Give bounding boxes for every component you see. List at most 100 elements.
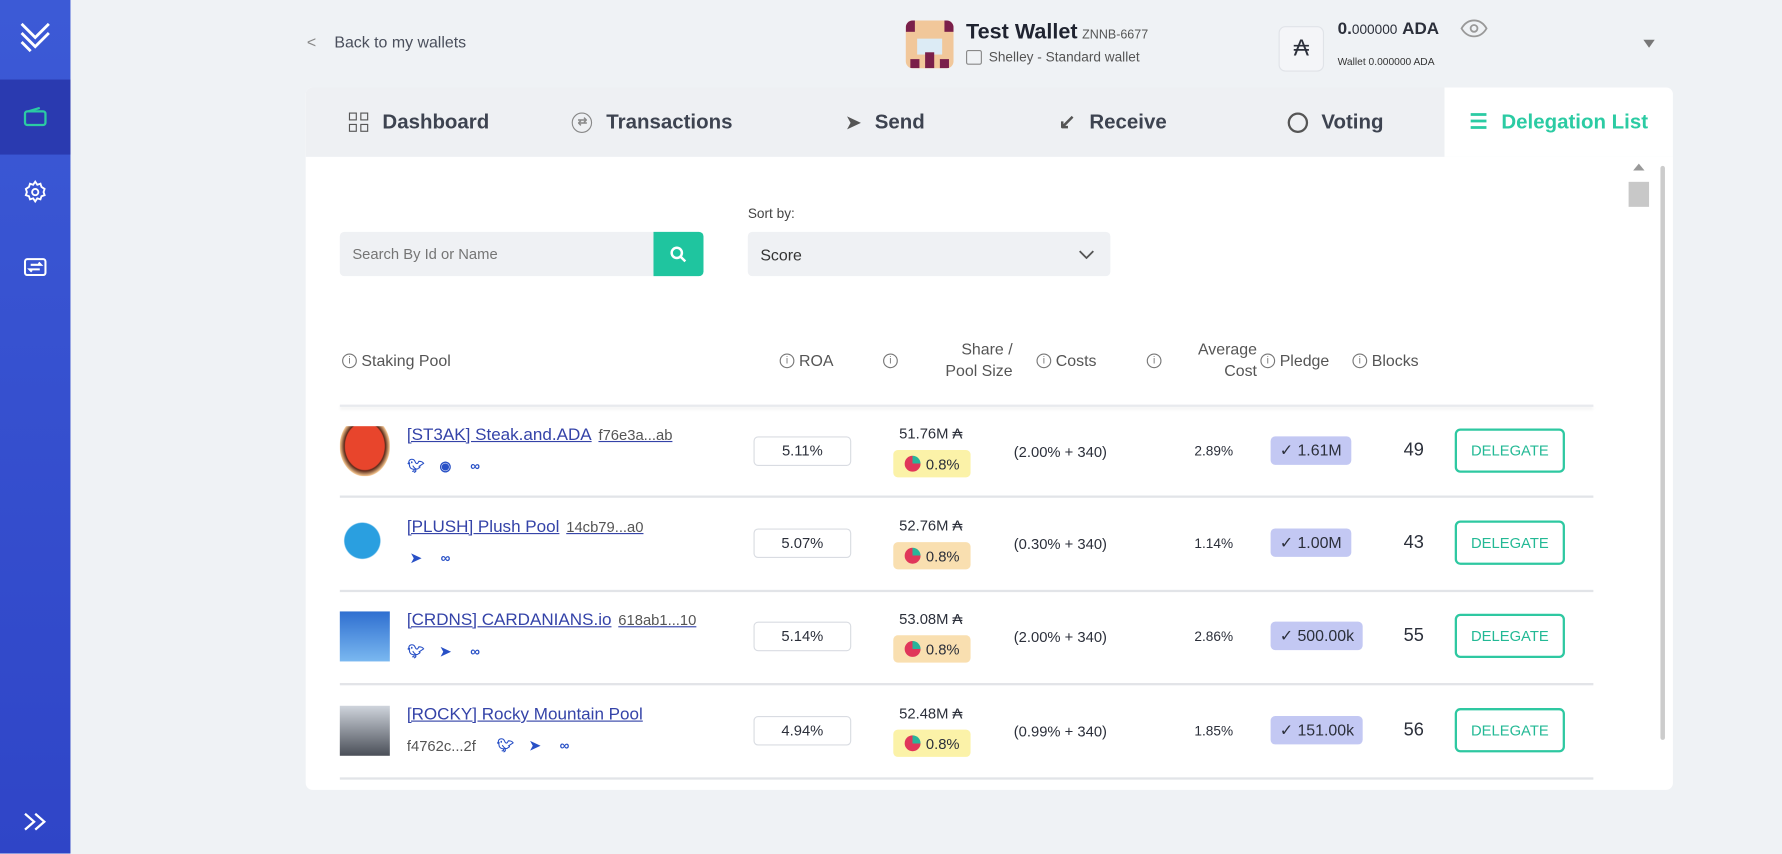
tab-send[interactable]: ➤ Send — [772, 88, 999, 157]
blocks-value: 55 — [1403, 626, 1424, 646]
info-icon: i — [1146, 352, 1162, 368]
delegate-button[interactable]: DELEGATE — [1454, 428, 1565, 473]
pledge-badge: ✓ 1.00M — [1270, 528, 1351, 557]
delegate-button[interactable]: DELEGATE — [1454, 613, 1565, 659]
pool-id: f4762c...2f — [406, 737, 476, 755]
balance: 0.000000 ADA — [1337, 19, 1440, 39]
wallet-name: Test Wallet ZNNB-6677 — [966, 20, 1149, 45]
costs-value: (0.30% + 340) — [1013, 535, 1107, 553]
receive-icon: ↙ — [1058, 110, 1076, 133]
share-badge: 0.8% — [893, 635, 971, 663]
twitter-icon[interactable]: 🐦︎ — [407, 642, 425, 660]
pool-name-link[interactable]: [CRDNS] CARDANIANS.io 618ab1...10 — [407, 610, 696, 629]
pool-size: 53.08M ₳ — [899, 610, 963, 628]
search-button[interactable] — [653, 231, 704, 277]
pool-logo — [339, 518, 390, 569]
wallet-dropdown-icon[interactable] — [1643, 39, 1655, 48]
list-icon: ☰ — [1469, 110, 1488, 133]
app-logo-icon[interactable] — [0, 0, 70, 75]
github-icon[interactable]: ◉ — [436, 457, 454, 475]
wallet-id: ZNNB-6677 — [1082, 28, 1149, 43]
toggle-visibility-eye-icon[interactable] — [1460, 18, 1488, 44]
pool-logo — [339, 426, 390, 477]
average-cost-value: 2.89% — [1194, 443, 1234, 460]
delegate-button[interactable]: DELEGATE — [1454, 520, 1565, 565]
tab-delegation-list[interactable]: ☰ Delegation List — [1444, 87, 1673, 157]
ada-icon: ₳ — [1278, 26, 1325, 72]
info-icon: i — [342, 353, 357, 369]
pool-size: 52.76M ₳ — [899, 517, 963, 535]
info-icon: i — [883, 352, 898, 368]
table-row: [PLUSH] Plush Pool 14cb79...a0 ➤ ∞ 5.07% 5… — [339, 498, 1594, 593]
pledge-badge: ✓ 1.61M — [1270, 436, 1351, 465]
expand-sidebar-icon[interactable] — [0, 793, 70, 850]
table-row: [CRDNS] CARDANIANS.io 618ab1...10 🐦︎ ➤ ∞ 5.… — [339, 591, 1594, 686]
info-icon: i — [1036, 353, 1052, 369]
table-row: [ST3AK] Steak.and.ADA f76e3a...ab 🐦︎ ◉ ∞ 5.… — [339, 406, 1594, 498]
tab-dashboard[interactable]: Dashboard — [306, 88, 533, 157]
share-badge: 0.8% — [893, 542, 971, 570]
delegate-button[interactable]: DELEGATE — [1454, 708, 1565, 753]
clipboard-icon — [966, 49, 982, 65]
sidebar — [0, 0, 71, 854]
costs-value: (2.00% + 340) — [1013, 443, 1107, 461]
roa-value: 5.11% — [753, 436, 852, 466]
search-input[interactable] — [339, 231, 654, 277]
col-roa: i ROA — [779, 350, 833, 372]
link-icon[interactable]: ∞ — [466, 642, 484, 660]
back-to-wallets-link[interactable]: < Back to my wallets — [307, 33, 466, 51]
pool-name-link[interactable]: [ST3AK] Steak.and.ADA f76e3a...ab — [407, 425, 673, 444]
telegram-icon[interactable]: ➤ — [526, 736, 544, 754]
pie-chart-icon — [904, 735, 921, 752]
pool-id: 14cb79...a0 — [566, 518, 644, 536]
pledge-badge: ✓ 500.00k — [1270, 621, 1364, 651]
pie-chart-icon — [904, 640, 921, 657]
tab-receive[interactable]: ↙ Receive — [999, 88, 1226, 157]
col-costs: i Costs — [1036, 350, 1096, 372]
sort-select[interactable]: Score — [747, 231, 1111, 277]
info-icon: i — [1260, 353, 1276, 369]
pool-name-link[interactable]: [ROCKY] Rocky Mountain Pool — [407, 705, 643, 724]
tab-bar: Dashboard ⇄ Transactions ➤ Send ↙ Receive V… — [305, 87, 1673, 157]
scrollbar[interactable] — [1627, 159, 1665, 790]
scrollbar-thumb[interactable] — [1628, 181, 1650, 207]
voting-icon — [1287, 111, 1308, 133]
pie-chart-icon — [904, 455, 921, 472]
tab-voting[interactable]: Voting — [1226, 88, 1444, 157]
sidebar-item-wallets[interactable] — [0, 79, 71, 155]
blocks-value: 49 — [1403, 440, 1424, 461]
col-share: i Share / Pool Size — [883, 339, 1013, 382]
average-cost-value: 1.85% — [1194, 722, 1234, 739]
roa-value: 5.14% — [753, 621, 852, 652]
transactions-icon: ⇄ — [572, 111, 593, 133]
twitter-icon[interactable]: 🐦︎ — [496, 736, 514, 754]
sidebar-item-transfer[interactable] — [0, 230, 70, 305]
link-icon[interactable]: ∞ — [466, 457, 484, 475]
chevron-left-icon: < — [306, 32, 317, 52]
scroll-up-icon — [1633, 163, 1645, 171]
col-pledge: i Pledge — [1260, 350, 1329, 372]
wallet-avatar — [905, 20, 954, 69]
sidebar-item-settings[interactable] — [0, 155, 70, 230]
share-badge: 0.8% — [893, 450, 971, 478]
wallet-balance: Wallet 0.000000 ADA — [1337, 55, 1435, 68]
info-icon: i — [779, 353, 795, 369]
chevron-down-icon — [1079, 249, 1094, 259]
pie-chart-icon — [904, 547, 921, 564]
pool-size: 51.76M ₳ — [899, 425, 963, 443]
link-icon[interactable]: ∞ — [555, 736, 573, 754]
sort-label: Sort by: — [747, 205, 795, 222]
average-cost-value: 2.86% — [1194, 628, 1234, 645]
pool-size: 52.48M ₳ — [899, 704, 963, 722]
col-staking-pool: i Staking Pool — [342, 350, 451, 372]
tab-transactions[interactable]: ⇄ Transactions — [533, 88, 772, 157]
info-icon: i — [1352, 353, 1368, 369]
telegram-icon[interactable]: ➤ — [436, 642, 454, 660]
search-icon — [670, 245, 687, 262]
roa-value: 5.07% — [753, 528, 852, 559]
twitter-icon[interactable]: 🐦︎ — [407, 457, 425, 475]
col-average-cost: i Average Cost — [1146, 339, 1257, 382]
pool-name-link[interactable]: [PLUSH] Plush Pool 14cb79...a0 — [407, 517, 644, 536]
link-icon[interactable]: ∞ — [436, 549, 454, 567]
telegram-icon[interactable]: ➤ — [407, 549, 425, 567]
